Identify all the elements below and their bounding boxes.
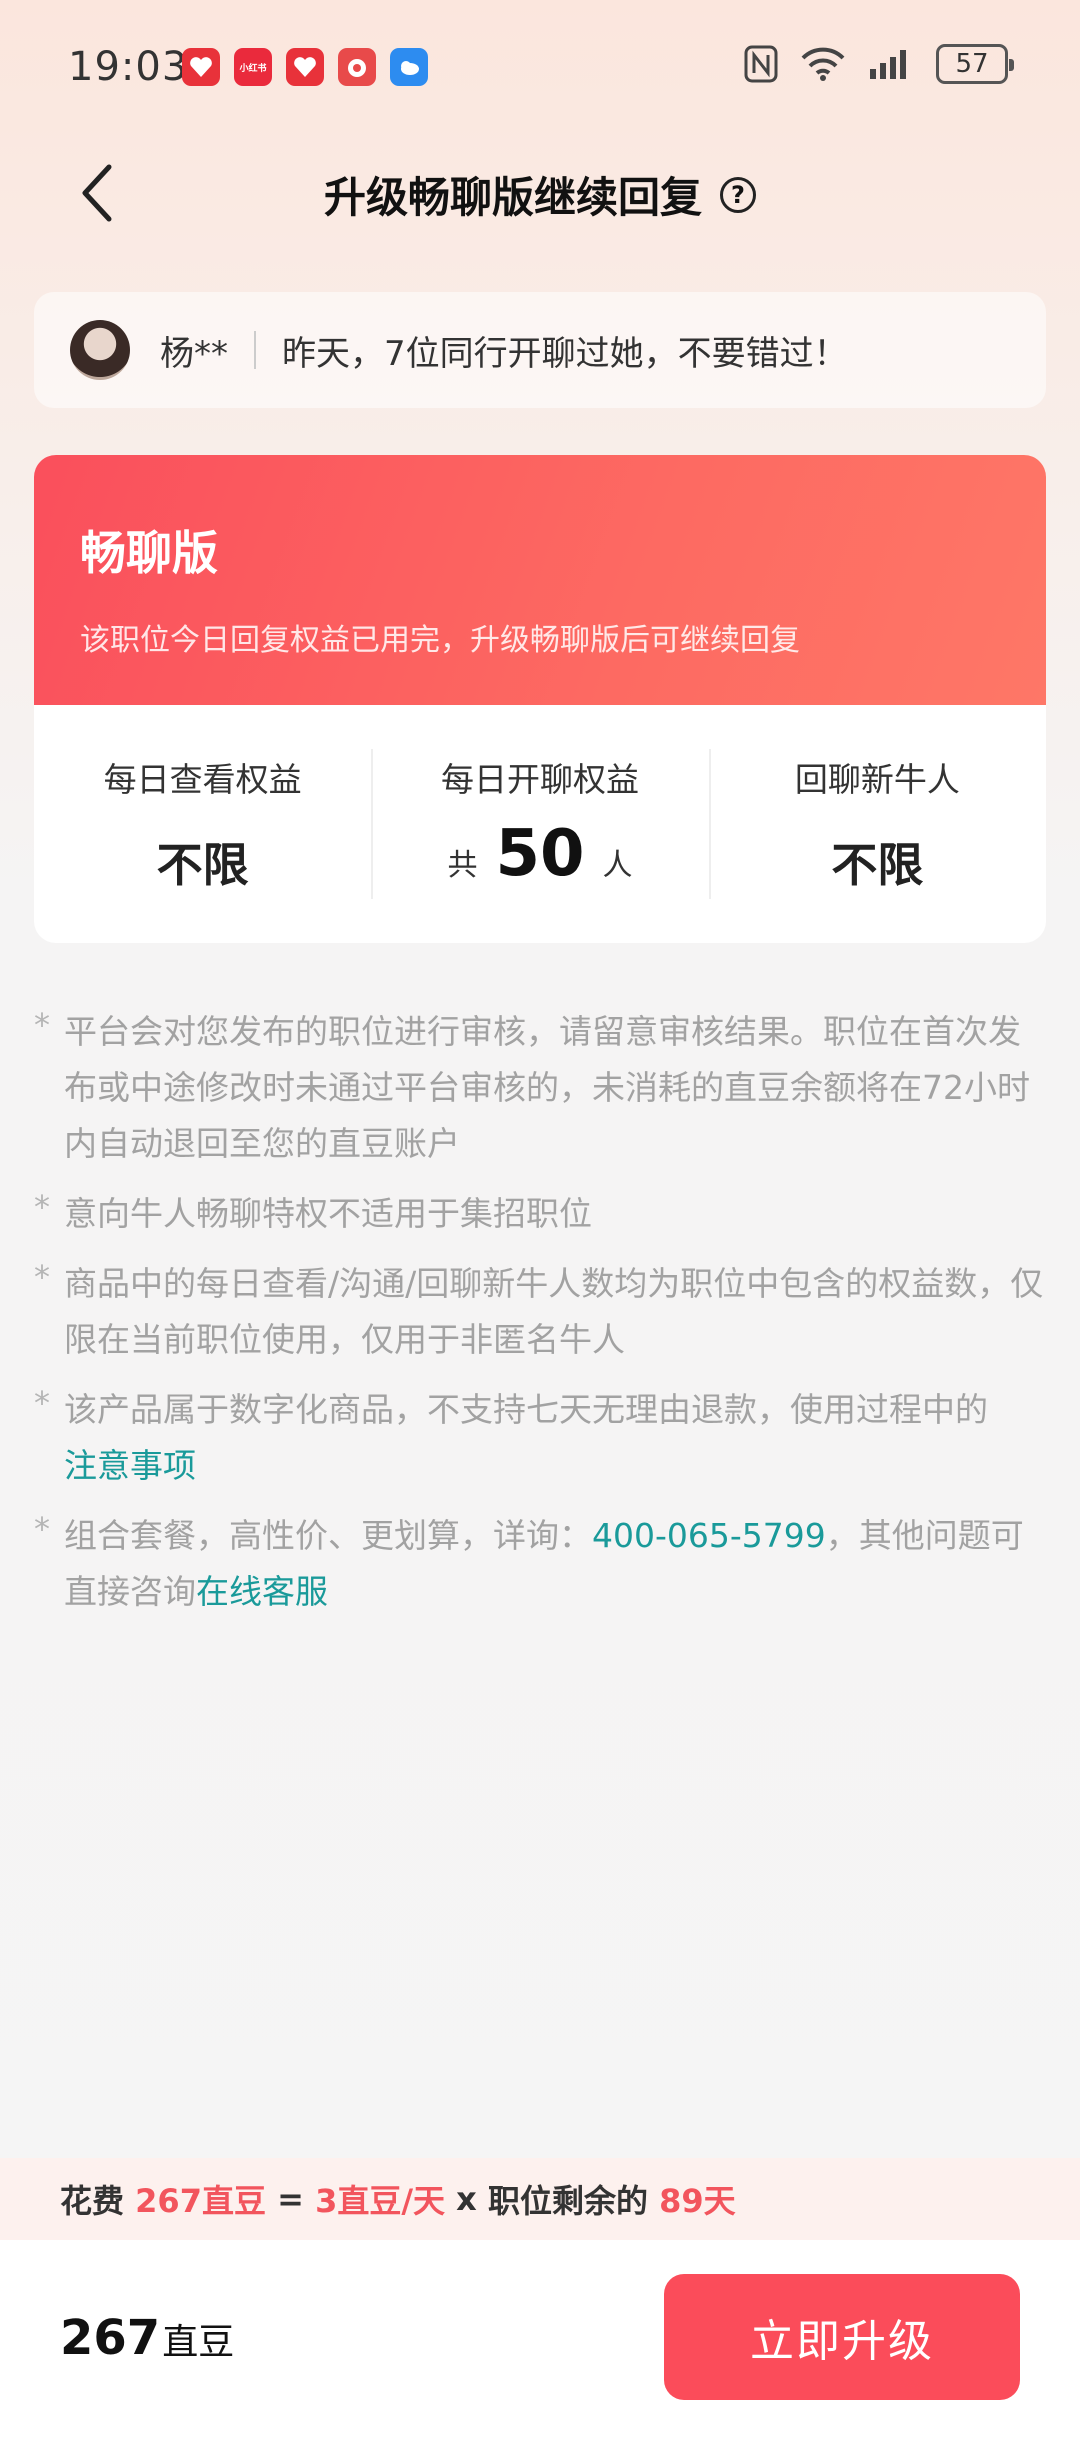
app-4-icon bbox=[338, 48, 376, 86]
plan-description: 该职位今日回复权益已用完，升级畅聊版后可继续回复 bbox=[80, 623, 800, 658]
cost-rate: 3直豆/天 bbox=[315, 2182, 446, 2220]
status-right: 57 bbox=[744, 44, 1014, 84]
status-time: 19:03 bbox=[68, 44, 189, 90]
asterisk-icon: * bbox=[34, 1510, 50, 1548]
note-text-part: 组合套餐，高性价、更划算，详询： bbox=[64, 1516, 592, 1555]
note-text-part: 该产品属于数字化商品，不支持七天无理由退款，使用过程中的 bbox=[64, 1390, 988, 1429]
footer: 267 直豆 立即升级 bbox=[0, 2240, 1080, 2438]
plan-name: 畅聊版 bbox=[80, 526, 218, 580]
weather-icon bbox=[390, 48, 428, 86]
stat-value: 不限 bbox=[831, 838, 924, 892]
asterisk-icon: * bbox=[34, 1006, 50, 1044]
price: 267 直豆 bbox=[60, 2310, 234, 2366]
stat-daily-chat: 每日开聊权益 共 50 人 bbox=[371, 749, 708, 899]
stat-label: 回聊新牛人 bbox=[794, 760, 960, 799]
page-title: 升级畅聊版继续回复 bbox=[323, 173, 702, 222]
phone-link[interactable]: 400-065-5799 bbox=[592, 1516, 826, 1555]
plan-card[interactable]: 畅聊版 该职位今日回复权益已用完，升级畅聊版后可继续回复 每日查看权益 不限 每… bbox=[34, 455, 1046, 943]
cost-eq: = bbox=[277, 2180, 304, 2218]
stat-suffix: 人 bbox=[602, 848, 633, 883]
header: 升级畅聊版继续回复 ? bbox=[0, 150, 1080, 240]
cost-mid: 职位剩余的 bbox=[487, 2182, 648, 2220]
app-1-icon bbox=[182, 48, 220, 86]
nfc-icon bbox=[744, 45, 778, 83]
stat-daily-view: 每日查看权益 不限 bbox=[34, 749, 371, 899]
plan-header: 畅聊版 该职位今日回复权益已用完，升级畅聊版后可继续回复 bbox=[34, 455, 1046, 705]
note-item: * 平台会对您发布的职位进行审核，请留意审核结果。职位在首次发布或中途修改时未通… bbox=[34, 1004, 1046, 1172]
stat-value: 不限 bbox=[156, 838, 249, 892]
note-item: * 商品中的每日查看/沟通/回聊新牛人数均为职位中包含的权益数，仅限在当前职位使… bbox=[34, 1256, 1046, 1368]
note-item: * 意向牛人畅聊特权不适用于集招职位 bbox=[34, 1186, 1046, 1242]
stat-value: 50 bbox=[495, 817, 585, 891]
avatar bbox=[70, 320, 130, 380]
notice-link[interactable]: 注意事项 bbox=[64, 1446, 196, 1485]
cost-days: 89天 bbox=[659, 2182, 736, 2220]
note-text: 商品中的每日查看/沟通/回聊新牛人数均为职位中包含的权益数，仅限在当前职位使用，… bbox=[64, 1264, 1044, 1359]
stat-reply-new: 回聊新牛人 不限 bbox=[708, 749, 1046, 899]
xiaohongshu-icon: 小红书 bbox=[234, 48, 272, 86]
asterisk-icon: * bbox=[34, 1188, 50, 1226]
notice-text: 昨天，7位同行开聊过她，不要错过！ bbox=[282, 333, 848, 374]
stat-label: 每日查看权益 bbox=[103, 760, 302, 799]
note-item: * 该产品属于数字化商品，不支持七天无理由退款，使用过程中的 注意事项 bbox=[34, 1382, 1046, 1494]
cost-bar: 花费 267直豆 = 3直豆/天 x 职位剩余的 89天 bbox=[0, 2158, 1080, 2240]
note-text: 意向牛人畅聊特权不适用于集招职位 bbox=[64, 1194, 592, 1233]
notification-icons: 小红书 bbox=[182, 48, 428, 86]
asterisk-icon: * bbox=[34, 1384, 50, 1422]
cost-total: 267直豆 bbox=[135, 2182, 266, 2220]
note-item: * 组合套餐，高性价、更划算，详询：400-065-5799，其他问题可直接咨询… bbox=[34, 1508, 1046, 1620]
cost-times: x bbox=[456, 2180, 477, 2218]
wifi-icon bbox=[801, 47, 845, 81]
note-text: 平台会对您发布的职位进行审核，请留意审核结果。职位在首次发布或中途修改时未通过平… bbox=[64, 1012, 1030, 1163]
stat-prefix: 共 bbox=[447, 848, 478, 883]
app-3-icon bbox=[286, 48, 324, 86]
xiaohongshu-icon-label: 小红书 bbox=[239, 63, 267, 74]
price-number: 267 bbox=[60, 2310, 161, 2366]
stat-value-row: 共 50 人 bbox=[371, 817, 708, 891]
asterisk-icon: * bbox=[34, 1258, 50, 1296]
help-icon[interactable]: ? bbox=[720, 176, 756, 213]
notice-banner: 杨** 昨天，7位同行开聊过她，不要错过！ bbox=[34, 292, 1046, 408]
price-unit: 直豆 bbox=[162, 2322, 235, 2363]
battery-icon: 57 bbox=[936, 44, 1014, 84]
notes-list: * 平台会对您发布的职位进行审核，请留意审核结果。职位在首次发布或中途修改时未通… bbox=[34, 1004, 1046, 1634]
online-service-link[interactable]: 在线客服 bbox=[196, 1572, 328, 1611]
upgrade-button[interactable]: 立即升级 bbox=[664, 2274, 1020, 2400]
notice-name: 杨** bbox=[160, 333, 228, 374]
plan-stats: 每日查看权益 不限 每日开聊权益 共 50 人 回聊新牛人 不限 bbox=[34, 705, 1046, 943]
cost-prefix: 花费 bbox=[60, 2182, 125, 2220]
stat-label: 每日开聊权益 bbox=[440, 760, 639, 799]
notice-divider bbox=[254, 331, 256, 369]
page-title-wrap: 升级畅聊版继续回复 ? bbox=[0, 164, 1080, 225]
battery-level: 57 bbox=[955, 49, 989, 79]
note-text: 该产品属于数字化商品，不支持七天无理由退款，使用过程中的 注意事项 bbox=[64, 1382, 988, 1494]
note-text: 组合套餐，高性价、更划算，详询：400-065-5799，其他问题可直接咨询在线… bbox=[64, 1508, 1046, 1620]
signal-icon bbox=[870, 50, 906, 79]
status-bar: 19:03 小红书 57 bbox=[0, 0, 1080, 136]
